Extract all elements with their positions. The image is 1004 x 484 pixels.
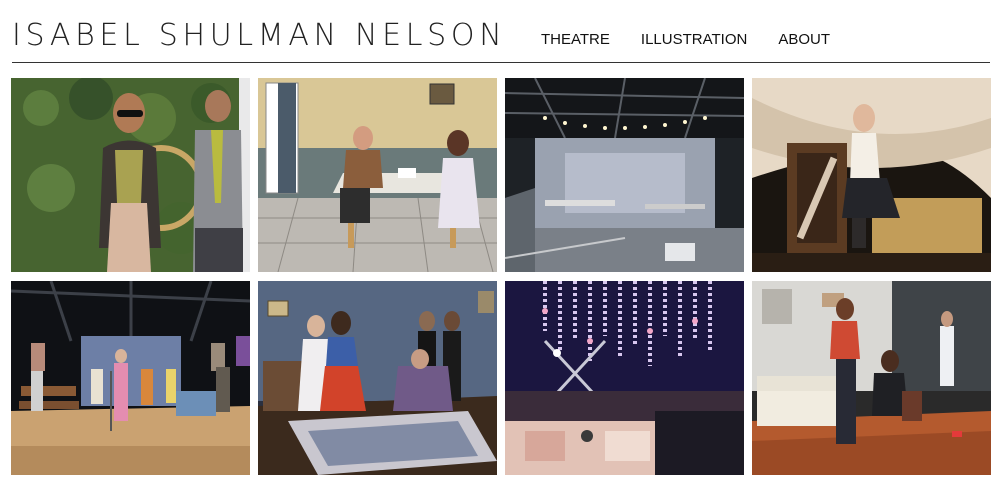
gallery-image-actors-hedge-wall[interactable] <box>11 78 250 272</box>
gallery-image-living-room-couch[interactable] <box>752 281 991 475</box>
nav-link-illustration[interactable]: ILLUSTRATION <box>641 31 747 49</box>
gallery-image-hanging-flowers-set[interactable] <box>505 281 744 475</box>
photo-living-room-couch <box>752 281 991 475</box>
photo-parlor-victorian-costumes <box>258 281 497 475</box>
site-header: ISABEL SHULMAN NELSON THEATRE ILLUSTRATI… <box>0 0 1004 62</box>
gallery-image-parlor-victorian-costumes[interactable] <box>258 281 497 475</box>
gallery-grid <box>11 78 991 476</box>
photo-ensemble-microphone <box>11 281 250 475</box>
gallery-image-empty-stage-lighting[interactable] <box>505 78 744 272</box>
gallery-image-actress-hay-bale[interactable] <box>752 78 991 272</box>
gallery-image-ensemble-microphone[interactable] <box>11 281 250 475</box>
photo-empty-stage-lighting <box>505 78 744 272</box>
nav-link-about[interactable]: ABOUT <box>778 31 830 49</box>
nav-link-theatre[interactable]: THEATRE <box>541 31 610 49</box>
site-title[interactable]: ISABEL SHULMAN NELSON <box>12 18 506 54</box>
photo-kitchen-table-scene <box>258 78 497 272</box>
header-divider <box>12 62 990 63</box>
photo-actress-hay-bale <box>752 78 991 272</box>
photo-hanging-flowers-set <box>505 281 744 475</box>
gallery-image-kitchen-table-scene[interactable] <box>258 78 497 272</box>
main-nav: THEATRE ILLUSTRATION ABOUT <box>541 31 830 49</box>
photo-actors-hedge-wall <box>11 78 250 272</box>
